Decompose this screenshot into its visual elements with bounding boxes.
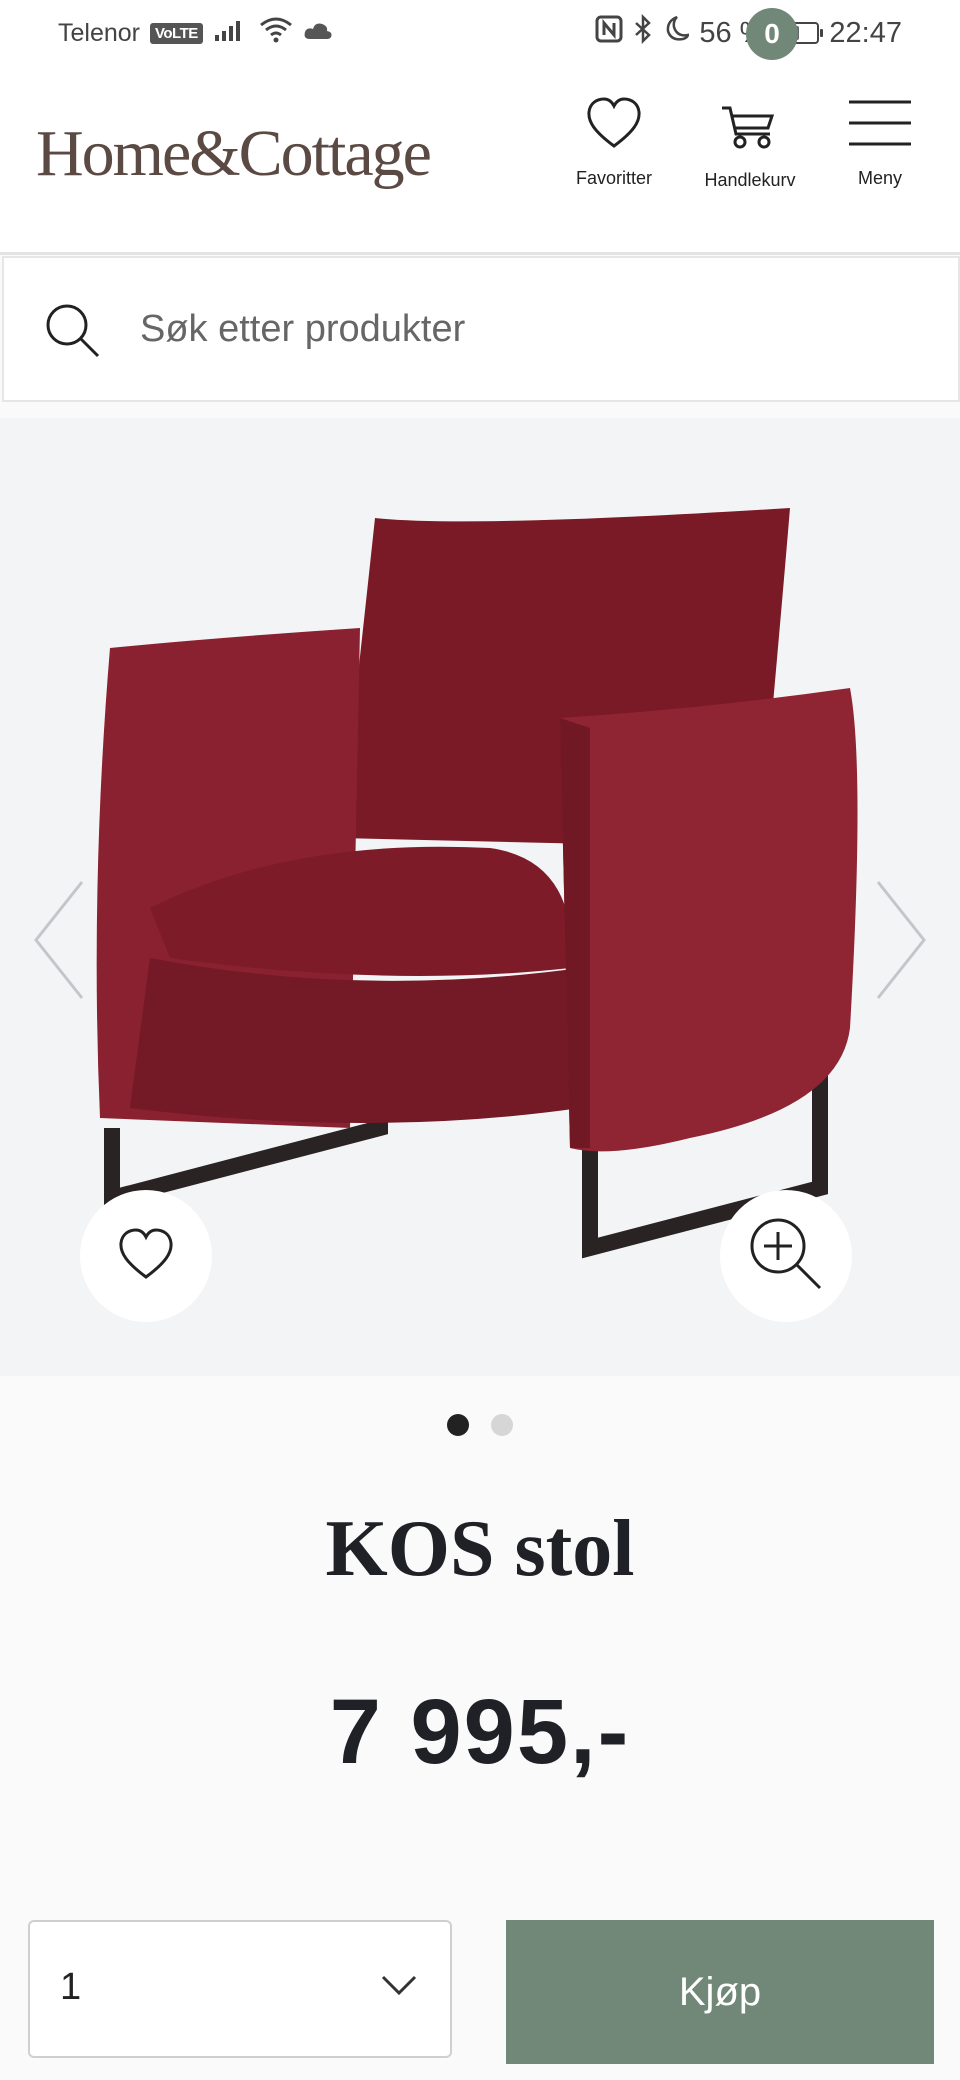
buy-button[interactable]: Kjøp (506, 1920, 934, 2064)
nfc-icon (595, 15, 623, 51)
zoom-in-icon (748, 1216, 824, 1297)
heart-icon (560, 96, 668, 150)
favorites-button[interactable]: Favoritter (560, 96, 668, 189)
product-price: 7 995,- (329, 1681, 631, 1783)
chevron-down-icon (380, 1974, 418, 2001)
moon-icon (663, 15, 691, 51)
cart-label: Handlekurv (704, 170, 796, 190)
hamburger-icon (840, 96, 920, 150)
brand-logo[interactable]: Home&Cottage (36, 116, 432, 192)
cart-count-badge: 0 (746, 8, 798, 60)
bluetooth-icon (633, 13, 653, 52)
cart-button[interactable]: Handlekurv (690, 96, 810, 191)
search-bar (2, 256, 960, 402)
product-title: KOS stol (325, 1505, 635, 1593)
product-gallery[interactable] (0, 418, 960, 1376)
gallery-pagination (0, 1414, 960, 1436)
volte-badge: VoLTE (150, 23, 203, 44)
heart-icon (117, 1227, 175, 1286)
pagination-dot[interactable] (491, 1414, 513, 1436)
search-input[interactable] (138, 298, 902, 360)
quantity-value: 1 (60, 1966, 82, 2008)
search-icon[interactable] (44, 302, 102, 365)
product-image (96, 508, 858, 1259)
favorites-label: Favoritter (575, 168, 653, 188)
add-to-favorites-button[interactable] (80, 1190, 212, 1322)
menu-label: Meny (857, 168, 902, 188)
signal-icon (213, 17, 249, 50)
quantity-select[interactable]: 1 (28, 1920, 452, 2058)
zoom-button[interactable] (720, 1190, 852, 1322)
cart-icon (690, 96, 810, 152)
previous-image-arrow-icon[interactable] (30, 878, 86, 1007)
pagination-dot[interactable] (447, 1414, 469, 1436)
cloud-icon (303, 19, 333, 48)
carrier-name: Telenor (58, 19, 140, 47)
clock: 22:47 (829, 16, 902, 49)
next-image-arrow-icon[interactable] (874, 878, 930, 1007)
status-bar: Telenor VoLTE 56 % 22:47 (0, 0, 960, 66)
wifi-icon (259, 16, 293, 51)
menu-button[interactable]: Meny (840, 96, 920, 189)
site-header: Home&Cottage Favoritter Handlekurv Meny (0, 66, 960, 255)
status-left: Telenor VoLTE (58, 16, 333, 51)
